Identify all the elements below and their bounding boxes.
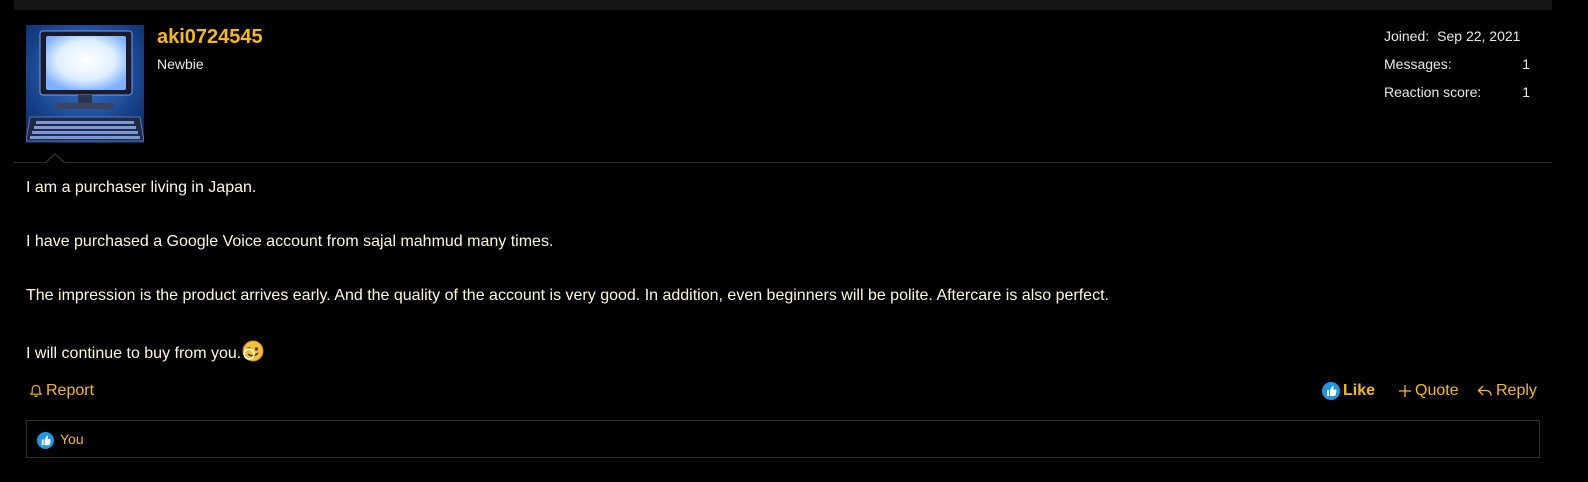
message-paragraph: I have purchased a Google Voice account … (26, 233, 554, 250)
like-label: Like (1343, 382, 1376, 399)
stat-messages: Messages: 1 (1384, 56, 1530, 84)
report-label: Report (46, 382, 95, 399)
thumbs-up-icon (1322, 382, 1340, 400)
reply-arrow-icon (1477, 385, 1492, 396)
stat-joined: Joined: Sep 22, 2021 (1384, 28, 1530, 56)
user-title: Newbie (157, 56, 204, 72)
thumbs-up-icon (37, 432, 54, 449)
computer-monitor-avatar-icon (26, 25, 144, 143)
wink-face-icon (242, 340, 264, 368)
stat-messages-label: Messages: (1384, 56, 1452, 72)
stat-reaction-score: Reaction score: 1 (1384, 84, 1530, 112)
avatar[interactable] (26, 25, 144, 143)
message-body: I am a purchaser living in Japan. I have… (26, 178, 1526, 402)
bell-icon (29, 384, 43, 398)
quote-button[interactable]: Quote (1398, 382, 1459, 400)
reply-label: Reply (1496, 382, 1537, 399)
message-paragraph: I am a purchaser living in Japan. (26, 179, 257, 196)
user-stats: Joined: Sep 22, 2021 Messages: 1 Reactio… (1384, 28, 1530, 112)
post-container: aki0724545 Newbie Joined: Sep 22, 2021 M… (14, 10, 1552, 482)
reaction-users-link[interactable]: You (60, 431, 84, 447)
message-paragraph: I will continue to buy from you. (26, 345, 242, 362)
message-paragraph: The impression is the product arrives ea… (26, 287, 1109, 304)
stat-reaction-label: Reaction score: (1384, 84, 1482, 100)
report-button[interactable]: Report (29, 382, 94, 400)
user-bar: aki0724545 Newbie Joined: Sep 22, 2021 M… (14, 10, 1552, 163)
stat-joined-value: Sep 22, 2021 (1437, 28, 1521, 44)
quote-label: Quote (1415, 382, 1459, 399)
post-actions: Report Like Quote Reply (26, 380, 1540, 404)
like-button[interactable]: Like (1322, 382, 1375, 400)
message-paragraph-last: I will continue to buy from you. (26, 340, 1526, 368)
reactions-bar: You (26, 420, 1540, 458)
stat-messages-value[interactable]: 1 (1522, 56, 1530, 84)
stat-reaction-value: 1 (1522, 84, 1530, 100)
stat-joined-label: Joined: (1384, 28, 1430, 44)
reply-button[interactable]: Reply (1477, 382, 1537, 400)
username[interactable]: aki0724545 (157, 26, 263, 49)
plus-icon (1399, 385, 1411, 397)
